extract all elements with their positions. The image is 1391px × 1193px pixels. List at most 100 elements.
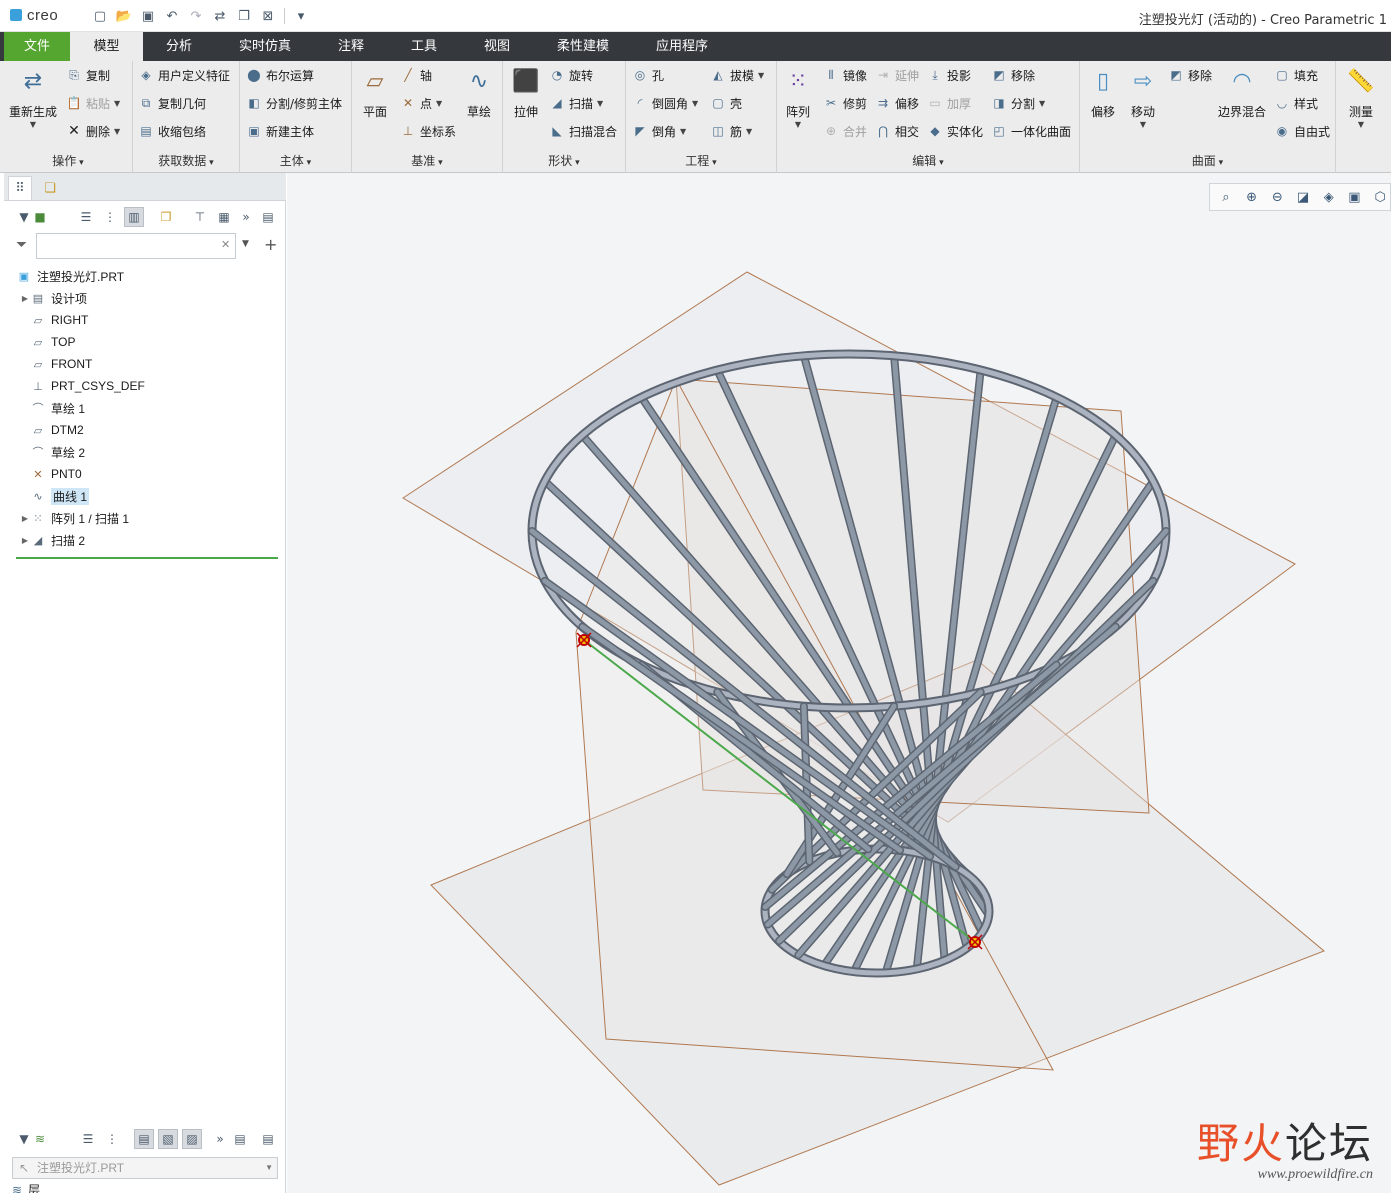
- layer-row[interactable]: ≋ 层: [12, 1181, 40, 1193]
- group-label-shapes[interactable]: 形状: [503, 152, 625, 169]
- layer-settings-icon[interactable]: ▤: [230, 1129, 250, 1149]
- model-tree-tab-icon[interactable]: ⠿: [8, 176, 32, 200]
- plane-button[interactable]: ▱ 平面: [348, 65, 402, 120]
- tree-item[interactable]: ▱ RIGHT: [4, 309, 286, 331]
- folder-browser-tab-icon[interactable]: ❏: [38, 176, 62, 200]
- split-trim-body-button[interactable]: ◧ 分割/修剪主体: [246, 92, 342, 114]
- tree-view-icon[interactable]: ⋮: [100, 207, 120, 227]
- tree-view-icon[interactable]: ⋮: [102, 1129, 122, 1149]
- shrinkwrap-button[interactable]: ▤ 收缩包络: [138, 120, 206, 142]
- group-label-datum[interactable]: 基准: [352, 152, 502, 169]
- trim-button[interactable]: ✂ 修剪: [823, 92, 867, 114]
- extend-button[interactable]: ⇥ 延伸: [875, 64, 919, 86]
- saved-views-icon[interactable]: ⬡: [1370, 187, 1390, 207]
- mirror-button[interactable]: ⫴ 镜像: [823, 64, 867, 86]
- revolve-button[interactable]: ◔ 旋转: [549, 64, 593, 86]
- tree-item[interactable]: ⌒ 草绘 1: [4, 397, 286, 419]
- filter-funnel-icon[interactable]: ⏷: [16, 237, 27, 253]
- tree-columns-icon[interactable]: ▦: [214, 207, 234, 227]
- expand-arrow-icon[interactable]: ▶: [20, 536, 30, 545]
- tab-flexible-modeling[interactable]: 柔性建模: [533, 32, 633, 61]
- tree-item[interactable]: ⊥ PRT_CSYS_DEF: [4, 375, 286, 397]
- boundary-blend-button[interactable]: ◠ 边界混合: [1214, 65, 1270, 120]
- group-label-engineering[interactable]: 工程: [626, 152, 776, 169]
- tree-item[interactable]: ∿ 曲线 1: [4, 485, 286, 507]
- tree-item[interactable]: ⌒ 草绘 2: [4, 441, 286, 463]
- tab-live-simulation[interactable]: 实时仿真: [215, 32, 315, 61]
- bookmark-icon[interactable]: ❐: [156, 207, 176, 227]
- merge-button[interactable]: ⊕ 合并: [823, 120, 867, 142]
- expand-arrow-icon[interactable]: ▶: [20, 514, 30, 523]
- project-button[interactable]: ⤓ 投影: [927, 64, 971, 86]
- udf-button[interactable]: ◈ 用户定义特征: [138, 64, 230, 86]
- csys-button[interactable]: ⊥ 坐标系: [400, 120, 456, 142]
- more-icon[interactable]: »: [210, 1129, 230, 1149]
- refit-icon[interactable]: ⌕: [1216, 187, 1236, 207]
- graphics-viewport[interactable]: ⌕ ⊕ ⊖ ◪ ◈ ▣ ⬡ 野火论坛 www.proewildfire.cn: [287, 173, 1391, 1193]
- paste-button[interactable]: 📋 粘贴 ▼: [66, 92, 121, 114]
- list-view-icon[interactable]: ☰: [76, 207, 96, 227]
- sweep-button[interactable]: ◢ 扫描 ▼: [549, 92, 603, 114]
- point-button[interactable]: ✕ 点 ▼: [400, 92, 442, 114]
- copy-geometry-button[interactable]: ⧉ 复制几何: [138, 92, 206, 114]
- group-label-get-data[interactable]: 获取数据: [133, 152, 239, 169]
- tree-search-input[interactable]: [36, 233, 236, 259]
- layer-model-dropdown[interactable]: ↖ 注塑投光灯.PRT ▼: [12, 1157, 278, 1179]
- settings-page-icon[interactable]: ▤: [258, 207, 278, 227]
- perspective-icon[interactable]: ◈: [1319, 187, 1339, 207]
- tab-analysis[interactable]: 分析: [143, 32, 215, 61]
- more-icon[interactable]: »: [236, 207, 256, 227]
- sketch-button[interactable]: ∿ 草绘: [452, 65, 506, 120]
- zoom-out-icon[interactable]: ⊖: [1267, 187, 1287, 207]
- search-dropdown-icon[interactable]: ▼: [242, 239, 249, 249]
- group-label-surfaces[interactable]: 曲面: [1080, 152, 1335, 169]
- axis-button[interactable]: ╱ 轴: [400, 64, 432, 86]
- round-button[interactable]: ◜ 倒圆角 ▼: [632, 92, 699, 114]
- window-icon[interactable]: ❐: [234, 6, 254, 26]
- list-view-icon[interactable]: ☰: [78, 1129, 98, 1149]
- zoom-in-icon[interactable]: ⊕: [1242, 187, 1262, 207]
- tree-item[interactable]: ▱ TOP: [4, 331, 286, 353]
- freestyle-button[interactable]: ◉ 自由式: [1274, 120, 1330, 142]
- undo-icon[interactable]: ↶: [162, 6, 182, 26]
- split-button[interactable]: ◨ 分割 ▼: [991, 92, 1045, 114]
- tree-item[interactable]: ✕ PNT0: [4, 463, 286, 485]
- boolean-button[interactable]: ⬤ 布尔运算: [246, 64, 314, 86]
- tab-view[interactable]: 视图: [461, 32, 533, 61]
- tab-applications[interactable]: 应用程序: [633, 32, 731, 61]
- tree-root[interactable]: ▣ 注塑投光灯.PRT: [4, 265, 286, 287]
- move-button[interactable]: ⇨ 移动 ▼: [1116, 65, 1170, 130]
- layer-hide-icon[interactable]: ▧: [158, 1129, 178, 1149]
- expand-arrow-icon[interactable]: ▶: [20, 294, 30, 303]
- body-icon[interactable]: ■: [30, 207, 50, 227]
- tab-model[interactable]: 模型: [70, 32, 143, 61]
- intersect-button[interactable]: ⋂ 相交: [875, 120, 919, 142]
- layer-isolate-icon[interactable]: ▨: [182, 1129, 202, 1149]
- layers-icon[interactable]: ≋: [30, 1129, 50, 1149]
- shell-button[interactable]: ▢ 壳: [710, 92, 742, 114]
- close-window-icon[interactable]: ⊠: [258, 6, 278, 26]
- tree-item[interactable]: ▶ ◢ 扫描 2: [4, 529, 286, 551]
- tab-annotate[interactable]: 注释: [315, 32, 387, 61]
- style-button[interactable]: ◡ 样式: [1274, 92, 1318, 114]
- tree-item[interactable]: ▶ ⁙ 阵列 1 / 扫描 1: [4, 507, 286, 529]
- measure-button[interactable]: 📏 测量 ▼: [1334, 65, 1388, 130]
- columns-icon[interactable]: ▥: [124, 207, 144, 227]
- open-icon[interactable]: 📂: [114, 6, 134, 26]
- layer-show-icon[interactable]: ▤: [134, 1129, 154, 1149]
- rib-button[interactable]: ◫ 筋 ▼: [710, 120, 752, 142]
- chamfer-button[interactable]: ◤ 倒角 ▼: [632, 120, 686, 142]
- save-icon[interactable]: ▣: [138, 6, 158, 26]
- new-icon[interactable]: ▢: [90, 6, 110, 26]
- thicken-button[interactable]: ▭ 加厚: [927, 92, 971, 114]
- page-icon[interactable]: ▤: [258, 1129, 278, 1149]
- model-graphics[interactable]: [287, 173, 1391, 1193]
- solidify-button[interactable]: ◆ 实体化: [927, 120, 983, 142]
- add-icon[interactable]: +: [264, 235, 277, 254]
- tree-item[interactable]: ▶ ▤ 设计项: [4, 287, 286, 309]
- tab-file[interactable]: 文件: [4, 32, 70, 61]
- tree-item[interactable]: ▱ DTM2: [4, 419, 286, 441]
- delete-button[interactable]: ✕ 删除 ▼: [66, 120, 120, 142]
- remove-button[interactable]: ◩ 移除: [991, 64, 1035, 86]
- unify-surfaces-button[interactable]: ◰ 一体化曲面: [991, 120, 1071, 142]
